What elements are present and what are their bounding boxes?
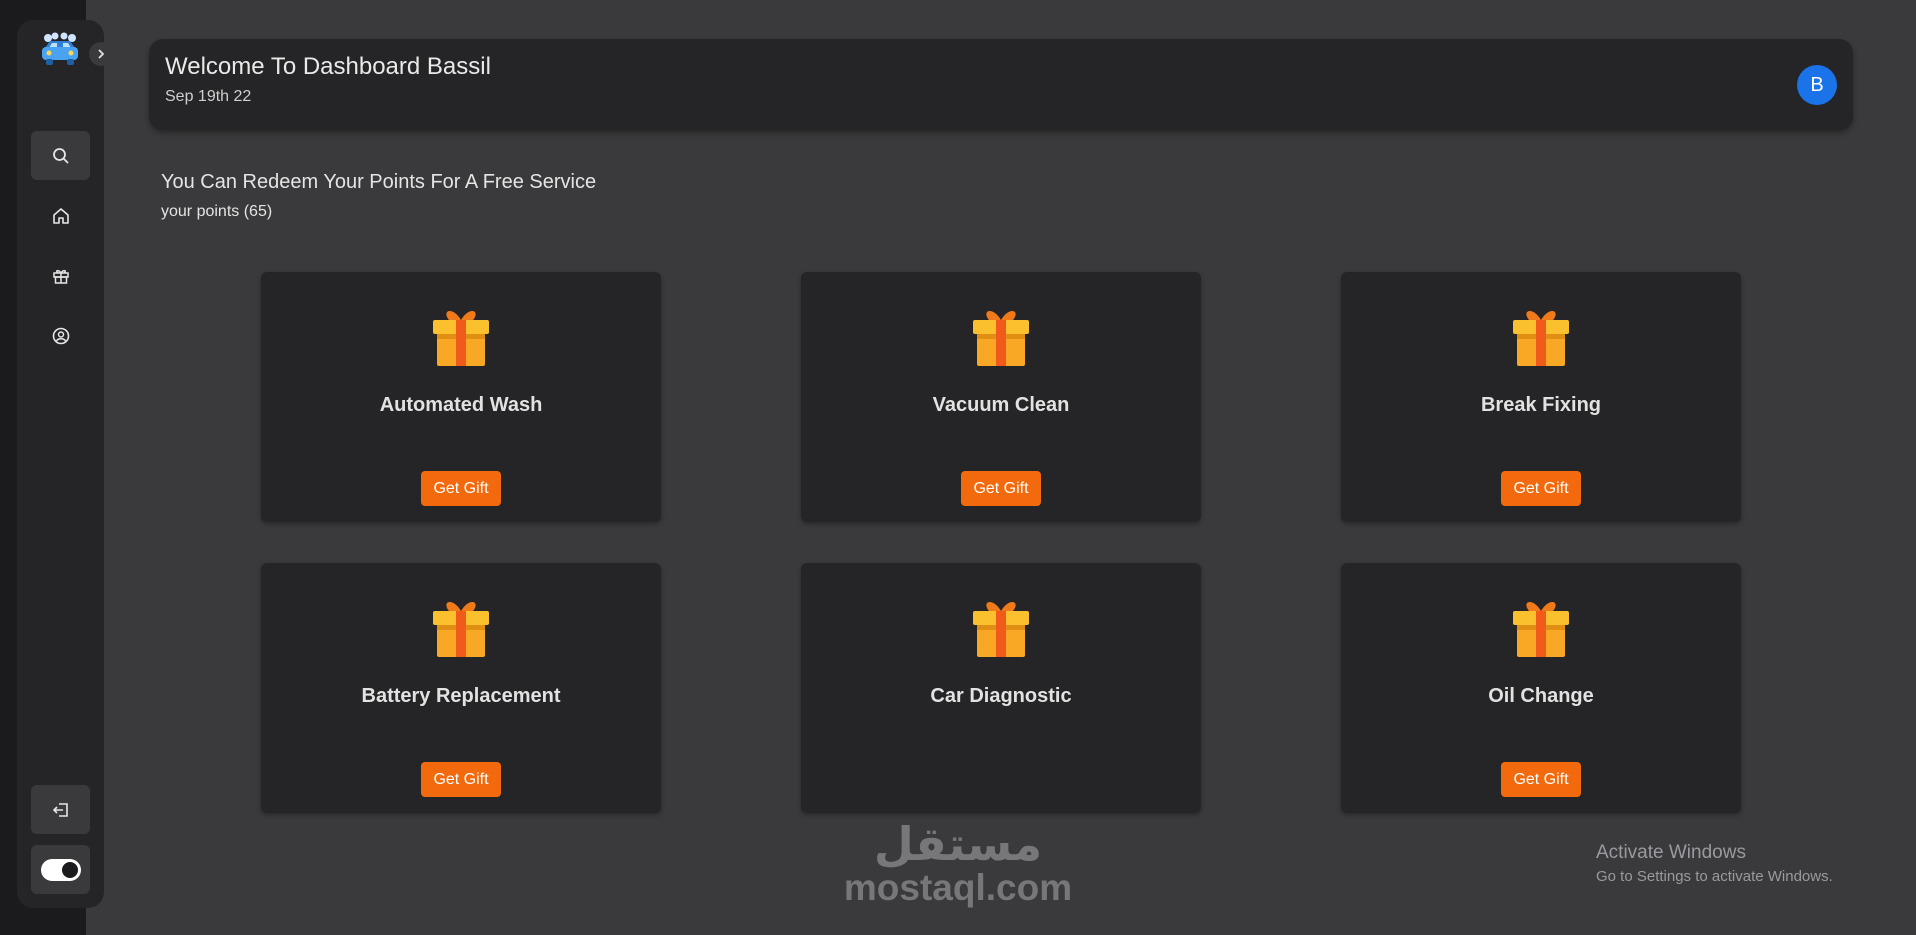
gift-card-title: Automated Wash <box>379 394 543 416</box>
avatar[interactable]: B <box>1797 65 1837 105</box>
gift-icon <box>967 302 1035 370</box>
watermark-arabic: مستقل <box>873 818 1043 870</box>
watermark-latin: mostaql.com <box>843 867 1073 908</box>
get-gift-button[interactable]: Get Gift <box>421 471 501 506</box>
home-icon <box>52 207 69 224</box>
gift-card-title: Battery Replacement <box>361 685 561 707</box>
sidebar-item-profile[interactable] <box>31 311 90 360</box>
gift-card-title: Car Diagnostic <box>930 685 1072 707</box>
get-gift-button[interactable]: Get Gift <box>961 471 1041 506</box>
get-gift-button[interactable]: Get Gift <box>421 762 501 797</box>
gift-card-title: Oil Change <box>1488 685 1594 707</box>
get-gift-button[interactable]: Get Gift <box>1501 762 1581 797</box>
page-title: Welcome To Dashboard Bassil <box>165 53 491 80</box>
sidebar <box>17 20 113 908</box>
get-gift-button[interactable]: Get Gift <box>1501 471 1581 506</box>
search-icon <box>52 147 69 164</box>
gift-icon <box>967 593 1035 661</box>
gift-card-title: Break Fixing <box>1480 394 1602 416</box>
activate-windows-title: Activate Windows <box>1596 842 1746 863</box>
gift-icon <box>427 593 495 661</box>
car-wash-icon[interactable] <box>39 32 81 70</box>
gift-card: Oil Change Get Gift <box>1341 563 1741 813</box>
points-count: your points (65) <box>161 203 273 220</box>
redeem-title: You Can Redeem Your Points For A Free Se… <box>161 171 597 193</box>
gift-icon <box>427 302 495 370</box>
gift-card: Car Diagnostic <box>801 563 1201 813</box>
gift-icon <box>1507 593 1575 661</box>
gift-card: Vacuum Clean Get Gift <box>801 272 1201 522</box>
logout-button[interactable] <box>31 785 90 834</box>
header: Welcome To Dashboard Bassil Sep 19th 22 … <box>149 39 1853 130</box>
logout-icon <box>52 802 68 817</box>
header-date: Sep 19th 22 <box>165 88 252 105</box>
activate-windows-subtitle: Go to Settings to activate Windows. <box>1596 868 1833 885</box>
gift-card-title: Vacuum Clean <box>932 394 1070 416</box>
gift-icon <box>1507 302 1575 370</box>
user-circle-icon <box>52 327 69 344</box>
activate-windows-notice: Activate Windows Go to Settings to activ… <box>1596 842 1833 885</box>
sidebar-item-search[interactable] <box>31 131 90 180</box>
watermark: مستقل mostaql.com <box>842 820 1074 908</box>
toggle-icon <box>40 858 81 881</box>
theme-toggle[interactable] <box>31 845 90 894</box>
chevron-right-icon <box>98 49 105 59</box>
sidebar-expand-button[interactable] <box>89 42 113 66</box>
gift-icon <box>52 269 69 284</box>
sidebar-item-gifts[interactable] <box>31 251 90 300</box>
gift-card: Battery Replacement Get Gift <box>261 563 661 813</box>
gift-card: Break Fixing Get Gift <box>1341 272 1741 522</box>
sidebar-item-home[interactable] <box>31 191 90 240</box>
gift-card: Automated Wash Get Gift <box>261 272 661 522</box>
